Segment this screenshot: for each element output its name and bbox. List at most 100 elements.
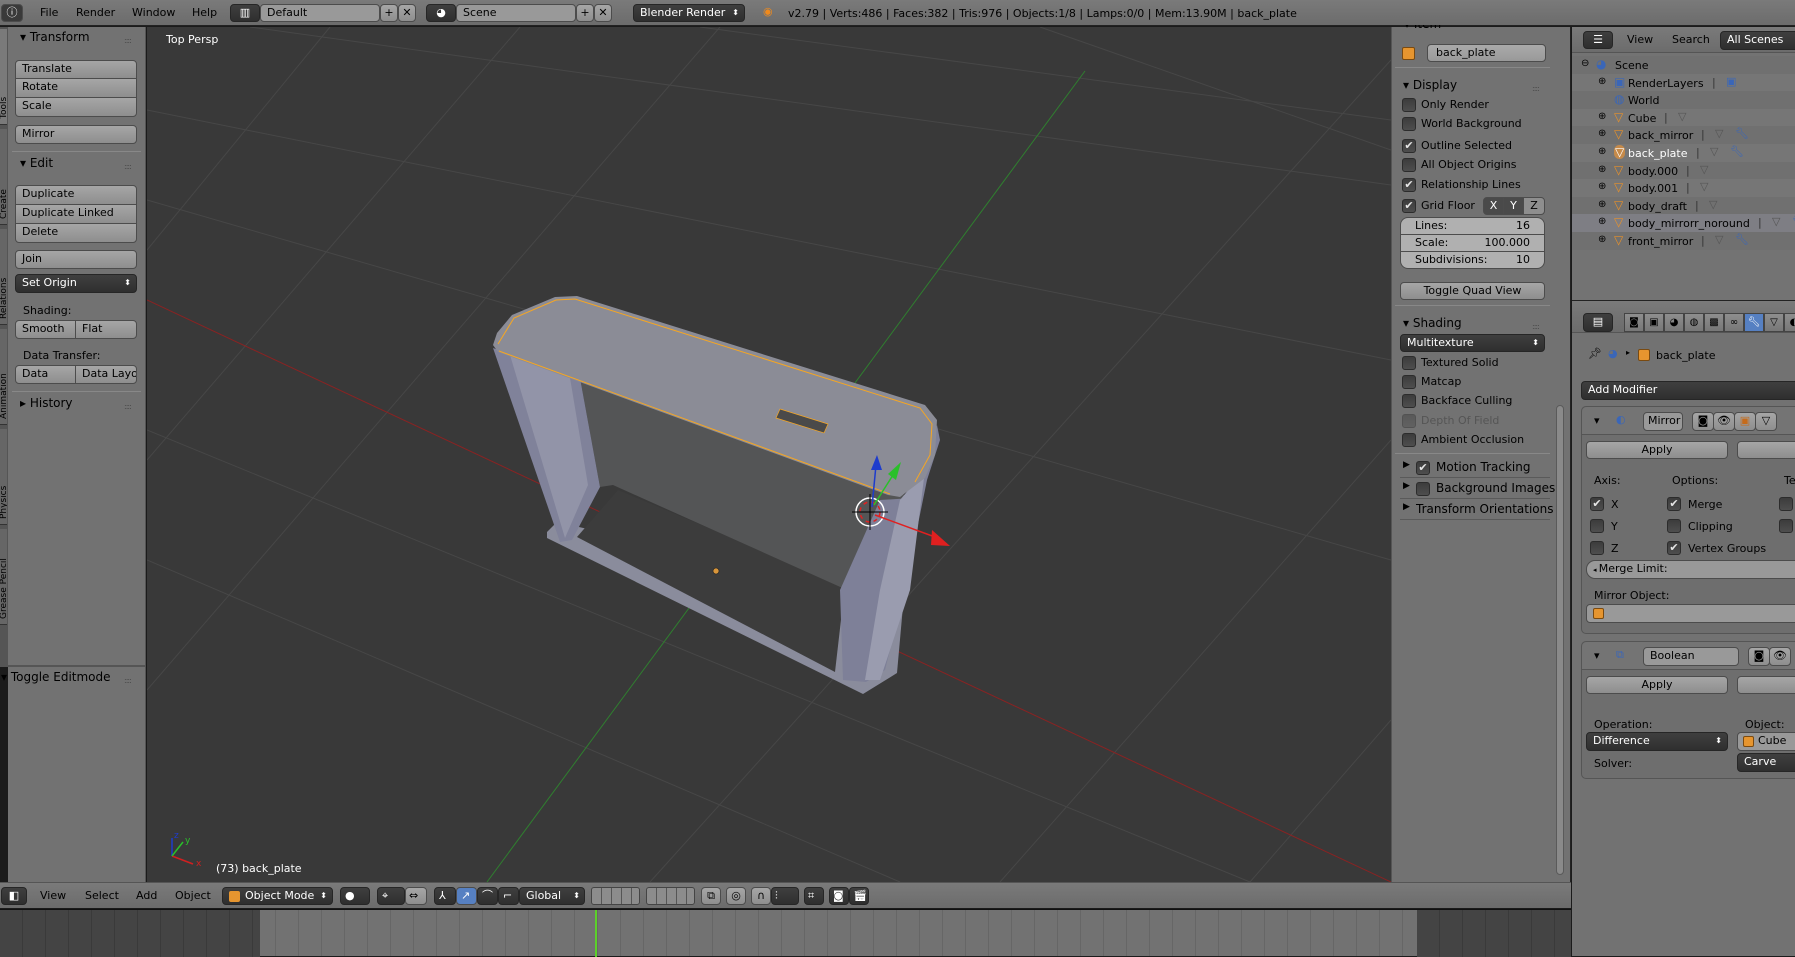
grid-axis-z-toggle[interactable]: Z bbox=[1523, 197, 1545, 215]
wrench-icon[interactable]: 🔧︎ bbox=[1735, 127, 1749, 140]
cage-toggle-icon[interactable]: ▽ bbox=[1755, 412, 1777, 431]
outline-selected-checkbox[interactable]: ✔ bbox=[1402, 139, 1416, 153]
viewport-toggle-icon[interactable]: 👁︎ bbox=[1769, 647, 1791, 666]
properties-editor-type-button[interactable]: ▤ bbox=[1583, 313, 1613, 332]
mirror-apply-as-shape-button[interactable] bbox=[1737, 441, 1795, 459]
view3d-menu-select[interactable]: Select bbox=[85, 889, 119, 902]
outliner-menu-view[interactable]: View bbox=[1627, 33, 1653, 46]
drag-grip-icon[interactable]: :::: bbox=[1532, 322, 1540, 331]
grid-subdivisions-field[interactable]: Subdivisions: 10 bbox=[1400, 251, 1545, 269]
solver-dropdown[interactable]: Carve bbox=[1737, 753, 1795, 772]
expand-toggle-icon[interactable]: ⊕ bbox=[1598, 146, 1606, 157]
mirror-apply-button[interactable]: Apply bbox=[1586, 441, 1728, 459]
outliner-row[interactable]: ⊕ ▽ body.001 | ▽ bbox=[1572, 179, 1795, 198]
outliner-row[interactable]: ⊕ ▣ RenderLayers | ▣ bbox=[1572, 73, 1795, 92]
properties-tab-modifiers[interactable]: 🔧︎ bbox=[1744, 313, 1764, 332]
expand-toggle-icon[interactable]: ⊕ bbox=[1598, 128, 1606, 139]
outliner-row[interactable]: ⊕ ▽ front_mirror | ▽ 🔧︎ bbox=[1572, 232, 1795, 250]
smooth-button[interactable]: Smooth bbox=[15, 320, 76, 339]
menu-help[interactable]: Help bbox=[192, 6, 217, 19]
edit-panel-header[interactable]: ▾ Edit bbox=[20, 156, 53, 170]
rotate-manipulator-toggle[interactable]: ⌒ bbox=[477, 887, 498, 905]
backface-culling-checkbox[interactable] bbox=[1402, 394, 1416, 409]
operation-dropdown[interactable]: Difference ⬍ bbox=[1586, 732, 1728, 751]
properties-tab-object[interactable]: ▩ bbox=[1704, 313, 1724, 332]
set-origin-dropdown[interactable]: Set Origin ⬍ bbox=[15, 274, 137, 293]
view3d-menu-add[interactable]: Add bbox=[136, 889, 157, 902]
origins-only-toggle[interactable]: ⇔ bbox=[405, 887, 427, 905]
delete-scene-button[interactable]: ✕ bbox=[594, 4, 612, 22]
outliner-row[interactable]: ⊕ ▽ body_draft | ▽ bbox=[1572, 196, 1795, 215]
expand-toggle-icon[interactable]: ⊖ bbox=[1581, 58, 1589, 69]
join-button[interactable]: Join bbox=[15, 250, 137, 269]
layout-selector[interactable]: Default bbox=[260, 4, 380, 22]
toggle-quad-view-button[interactable]: Toggle Quad View bbox=[1400, 282, 1545, 300]
drag-grip-icon[interactable]: :::: bbox=[124, 36, 132, 45]
tool-tab-create[interactable]: Create bbox=[0, 129, 7, 225]
rotate-button[interactable]: Rotate bbox=[15, 78, 137, 98]
mesh-data-icon[interactable]: ▽ bbox=[1715, 127, 1723, 140]
properties-tab-world[interactable]: ◍ bbox=[1684, 313, 1704, 332]
expand-toggle-icon[interactable]: ⊕ bbox=[1598, 181, 1606, 192]
outliner-row[interactable]: ⊖ ◕ Scene bbox=[1572, 56, 1795, 74]
current-frame-marker[interactable] bbox=[595, 910, 597, 957]
pin-icon[interactable]: 📌︎ bbox=[1588, 347, 1602, 360]
lock-camera-layers-icon[interactable]: ⧉ bbox=[701, 887, 721, 905]
motion-tracking-checkbox[interactable]: ✔ bbox=[1416, 461, 1430, 475]
transform-orientations-panel-header[interactable]: ▶ Transform Orientations bbox=[1400, 500, 1554, 520]
grid-axis-x-toggle[interactable]: X bbox=[1483, 197, 1504, 215]
matcap-checkbox[interactable] bbox=[1402, 375, 1416, 390]
viewport-toggle-icon[interactable]: 👁︎ bbox=[1713, 412, 1735, 431]
textured-solid-checkbox[interactable] bbox=[1402, 356, 1416, 370]
material-mode-dropdown[interactable]: Multitexture ⬍ bbox=[1400, 334, 1545, 352]
render-toggle-icon[interactable]: ◙ bbox=[1748, 647, 1770, 666]
outliner-row[interactable]: ⊕ ▽ back_mirror | ▽ 🔧︎ bbox=[1572, 126, 1795, 145]
scene-icon-button[interactable]: ◕ bbox=[426, 4, 456, 22]
view3d-menu-view[interactable]: View bbox=[40, 889, 66, 902]
mesh-data-icon[interactable]: ▽ bbox=[1700, 180, 1708, 193]
mesh-data-icon[interactable]: ▽ bbox=[1709, 198, 1717, 211]
mirror-name-field[interactable]: Mirror bbox=[1643, 412, 1683, 431]
grid-lines-field[interactable]: Lines: 16 bbox=[1400, 217, 1545, 235]
expand-toggle-icon[interactable]: ⊕ bbox=[1598, 199, 1606, 210]
add-modifier-dropdown[interactable]: Add Modifier bbox=[1581, 381, 1795, 400]
tool-tab-tools[interactable]: Tools bbox=[0, 29, 7, 125]
viewport-shading-dropdown[interactable]: ● bbox=[340, 887, 370, 905]
snap-target-icon[interactable]: ⌗ bbox=[804, 887, 824, 905]
drag-grip-icon[interactable]: :::: bbox=[124, 402, 132, 411]
manipulator-toggle[interactable]: ⅄ bbox=[434, 887, 456, 905]
mirror-axis-z-checkbox[interactable] bbox=[1590, 541, 1604, 555]
properties-tab-data[interactable]: ▽ bbox=[1764, 313, 1784, 332]
view3d-menu-object[interactable]: Object bbox=[175, 889, 211, 902]
transform-orientation-dropdown[interactable]: Global ⬍ bbox=[519, 887, 585, 905]
clipping-checkbox[interactable] bbox=[1667, 519, 1681, 533]
boolean-apply-button[interactable]: Apply bbox=[1586, 676, 1728, 694]
expand-toggle-icon[interactable]: ⊕ bbox=[1598, 216, 1606, 227]
properties-tab-constraints[interactable]: ∞ bbox=[1724, 313, 1744, 332]
display-panel-header[interactable]: ▾ Display bbox=[1403, 78, 1457, 92]
data-layout-button[interactable]: Data Layo bbox=[75, 365, 137, 384]
motion-tracking-panel-header[interactable]: ▶ ✔ Motion Tracking bbox=[1400, 458, 1550, 478]
mesh-data-icon[interactable]: ▽ bbox=[1700, 163, 1708, 176]
shading-panel-header[interactable]: ▾ Shading bbox=[1403, 316, 1462, 330]
duplicate-button[interactable]: Duplicate bbox=[15, 185, 137, 205]
menu-render[interactable]: Render bbox=[76, 6, 115, 19]
snap-toggle-icon[interactable]: ∩ bbox=[751, 887, 771, 905]
properties-tab-material[interactable]: ◐ bbox=[1784, 313, 1795, 332]
scale-button[interactable]: Scale bbox=[15, 97, 137, 117]
properties-tab-render-layers[interactable]: ▣ bbox=[1644, 313, 1664, 332]
translate-button[interactable]: Translate bbox=[15, 60, 137, 79]
npanel-scrollbar[interactable] bbox=[1556, 405, 1564, 875]
object-name-field[interactable]: back_plate bbox=[1427, 44, 1546, 62]
outliner-editor-type-button[interactable]: ☰ bbox=[1583, 31, 1613, 49]
merge-checkbox[interactable]: ✔ bbox=[1667, 497, 1681, 511]
3d-viewport[interactable]: x y z Top Persp (73) back_plate bbox=[147, 27, 1391, 882]
mirror-axis-y-checkbox[interactable] bbox=[1590, 519, 1604, 533]
editor-type-info-button[interactable]: ⓘ bbox=[1, 4, 23, 22]
outliner-row[interactable]: ⊕ ▽ back_plate | ▽ 🔧︎ bbox=[1572, 144, 1795, 162]
render-opengl-image-icon[interactable]: ◙ bbox=[829, 887, 849, 905]
layout-icon-button[interactable]: ▥ bbox=[230, 4, 260, 22]
tool-tab-relations[interactable]: Relations bbox=[0, 229, 7, 325]
expand-toggle-icon[interactable]: ⊕ bbox=[1598, 76, 1606, 87]
all-object-origins-checkbox[interactable] bbox=[1402, 158, 1416, 172]
